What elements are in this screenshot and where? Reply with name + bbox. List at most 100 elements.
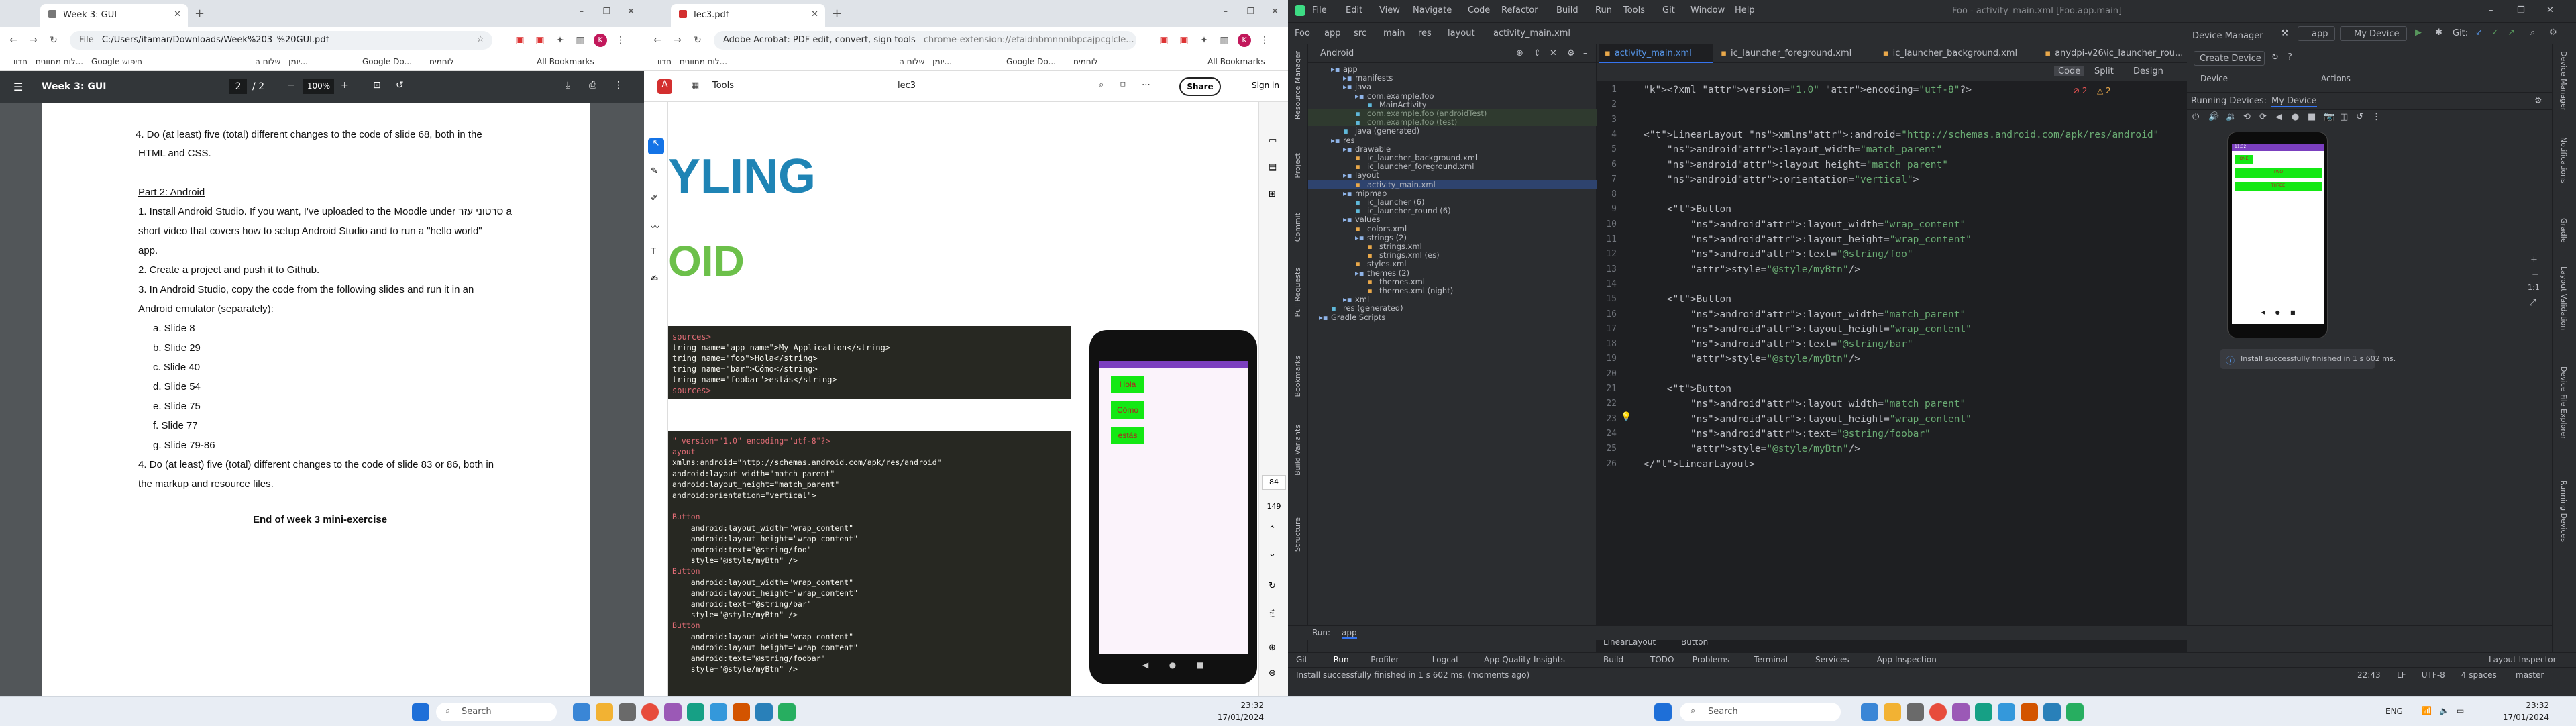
page-input[interactable]: 2 bbox=[229, 79, 247, 94]
left-strip-6[interactable]: Build Variants bbox=[1293, 425, 1302, 476]
bookmark-item[interactable]: יומן - שלום ה... bbox=[899, 57, 952, 66]
zoom-out-icon[interactable]: − bbox=[2532, 270, 2539, 280]
overview-icon[interactable]: ■ bbox=[2308, 112, 2316, 122]
bottom-tab-todo[interactable]: TODO bbox=[1650, 655, 1674, 664]
search-icon[interactable]: ⌕ bbox=[2530, 28, 2535, 38]
comment-icon[interactable]: ✎ bbox=[651, 166, 658, 176]
tree-item[interactable]: ▸▪ java bbox=[1308, 82, 1597, 91]
bottom-tab-build[interactable]: Build bbox=[1603, 655, 1623, 664]
zoom-in-icon[interactable]: + bbox=[341, 80, 349, 91]
breadcrumb-item[interactable]: layout bbox=[1448, 28, 1475, 38]
hammer-icon[interactable]: ⚒ bbox=[2281, 28, 2289, 38]
app-icon[interactable] bbox=[664, 703, 682, 721]
forward-icon[interactable]: → bbox=[27, 34, 40, 47]
rotate-icon[interactable]: ↺ bbox=[396, 80, 404, 91]
extensions-puzzle-icon[interactable]: ✦ bbox=[553, 34, 567, 47]
battery-icon[interactable]: ▭ bbox=[2457, 706, 2464, 715]
zoom-in-icon[interactable]: + bbox=[2530, 255, 2538, 265]
code-line[interactable]: "ns">android"attr">:layout_width="match_… bbox=[1644, 144, 1942, 155]
power-icon[interactable]: ⏻ bbox=[2192, 112, 2199, 122]
edge-icon[interactable] bbox=[1861, 703, 1878, 721]
page-number-input[interactable]: 84 bbox=[1262, 475, 1286, 490]
menu-run[interactable]: Run bbox=[1595, 5, 1612, 15]
bookmarks-icon[interactable]: ⊞ bbox=[1269, 189, 1276, 199]
code-editor[interactable]: ⊘ 2 △ 2 1 "k"><?xml "attr">version="1.0" … bbox=[1597, 81, 2187, 632]
code-line[interactable]: "ns">android"attr">:layout_width="wrap_c… bbox=[1644, 219, 1966, 230]
back-icon[interactable]: ◀ bbox=[2275, 112, 2282, 122]
collapse-icon[interactable]: ⇕ bbox=[1534, 48, 1541, 58]
reload-icon[interactable]: ↻ bbox=[691, 34, 704, 47]
app-icon[interactable] bbox=[2021, 703, 2038, 721]
right-strip-4[interactable]: Layout Validation bbox=[2559, 266, 2568, 330]
tab-lec3[interactable]: lec3.pdf ✕ bbox=[671, 4, 825, 27]
snapshot-icon[interactable]: ◫ bbox=[2340, 112, 2348, 122]
close-window-icon[interactable]: ✕ bbox=[1271, 7, 1279, 17]
code-line[interactable]: "attr">style="@style/myBtn"/> bbox=[1644, 264, 1860, 275]
breadcrumb-item[interactable]: main bbox=[1383, 28, 1405, 38]
code-line[interactable]: <"t">Button bbox=[1644, 294, 1731, 305]
left-strip-2[interactable]: Project bbox=[1293, 153, 1302, 178]
code-line[interactable]: "ns">android"attr">:layout_width="match_… bbox=[1644, 309, 1966, 320]
avatar[interactable]: K bbox=[594, 34, 607, 47]
tree-item[interactable]: ▸▪ res bbox=[1308, 136, 1597, 145]
left-strip-3[interactable]: Commit bbox=[1293, 213, 1302, 242]
tree-item[interactable]: ▸▪ com.example.foo bbox=[1308, 91, 1597, 101]
extensions-puzzle-icon[interactable]: ✦ bbox=[1197, 34, 1211, 47]
tree-item[interactable]: ▪ colors.xml bbox=[1308, 224, 1597, 234]
left-strip-5[interactable]: Bookmarks bbox=[1293, 356, 1302, 397]
tab-week3[interactable]: Week 3: GUI ✕ bbox=[40, 4, 188, 27]
error-count[interactable]: ⊘ 2 bbox=[2073, 86, 2088, 95]
tree-item[interactable]: ▸▪ themes (2) bbox=[1308, 268, 1597, 278]
screenshot-icon[interactable]: 📷 bbox=[2324, 112, 2334, 122]
code-line[interactable]: "attr">style="@style/myBtn"/> bbox=[1644, 354, 1860, 364]
tree-item[interactable]: ▪ themes.xml (night) bbox=[1308, 286, 1597, 295]
kebab-menu-icon[interactable]: ⋮ bbox=[1258, 34, 1271, 47]
breadcrumb-item[interactable]: app bbox=[1324, 28, 1340, 38]
run-tab[interactable]: app bbox=[1342, 628, 1357, 639]
bookmark-item[interactable]: לוחמים bbox=[1073, 57, 1098, 66]
code-line[interactable]: "ns">android"attr">:text="@string/foo" bbox=[1644, 249, 1913, 260]
bottom-tab-app-inspection[interactable]: App Inspection bbox=[1877, 655, 1937, 664]
emulator-button-two[interactable]: TWO bbox=[2235, 168, 2322, 178]
create-device-button[interactable]: Create Device bbox=[2194, 51, 2265, 66]
extension-icon[interactable]: ▣ bbox=[1177, 34, 1191, 47]
app-icon[interactable] bbox=[755, 703, 773, 721]
close-window-icon[interactable]: ✕ bbox=[627, 7, 635, 17]
zoom-out-icon[interactable]: − bbox=[287, 80, 295, 91]
app-icon[interactable] bbox=[2043, 703, 2061, 721]
page-view-icon[interactable]: ⧉ bbox=[1120, 80, 1126, 90]
tree-item[interactable]: ▸▪ xml bbox=[1308, 295, 1597, 304]
search-box[interactable]: ⌕ Search bbox=[1680, 703, 1841, 721]
file-explorer-icon[interactable] bbox=[1884, 703, 1901, 721]
language-indicator[interactable]: ENG bbox=[2385, 707, 2403, 716]
bottom-tab-git[interactable]: Git bbox=[1296, 655, 1307, 664]
menu-git[interactable]: Git bbox=[1662, 5, 1675, 15]
edge-icon[interactable] bbox=[573, 703, 590, 721]
minimize-icon[interactable]: – bbox=[580, 7, 584, 17]
bottom-tab-run[interactable]: Run bbox=[1334, 655, 1349, 664]
settings-icon[interactable]: ⚙ bbox=[1567, 48, 1575, 58]
menu-refactor[interactable]: Refactor bbox=[1501, 5, 1538, 15]
forward-icon[interactable]: → bbox=[671, 34, 684, 47]
select-tool-icon[interactable]: ↖ bbox=[648, 138, 664, 154]
store-icon[interactable] bbox=[1907, 703, 1924, 721]
code-line[interactable]: "ns">android"attr">:orientation="vertica… bbox=[1644, 174, 1919, 185]
menu-code[interactable]: Code bbox=[1468, 5, 1490, 15]
tree-item[interactable]: ▸▪ values bbox=[1308, 215, 1597, 224]
doc-name[interactable]: lec3 bbox=[898, 81, 916, 91]
wifi-icon[interactable]: 📶 bbox=[2422, 706, 2432, 715]
editor-tab[interactable]: ▪ ic_launcher_foreground.xml bbox=[1715, 44, 1875, 63]
bottom-tab-terminal[interactable]: Terminal bbox=[1754, 655, 1788, 664]
more-icon[interactable]: ⋯ bbox=[1142, 80, 1150, 90]
menu-tools[interactable]: Tools bbox=[1623, 5, 1645, 15]
breadcrumb-item[interactable]: src bbox=[1354, 28, 1366, 38]
all-bookmarks[interactable]: All Bookmarks bbox=[1208, 57, 1265, 66]
status-item[interactable]: UTF-8 bbox=[2422, 670, 2445, 680]
android-studio-icon[interactable] bbox=[778, 703, 796, 721]
zoom-out-icon[interactable]: ⊖ bbox=[1269, 668, 1276, 678]
pen-icon[interactable]: ✐ bbox=[651, 193, 658, 203]
locate-icon[interactable]: ⊕ bbox=[1516, 48, 1523, 58]
tree-item[interactable]: ▪ ic_launcher (6) bbox=[1308, 197, 1597, 207]
tree-item[interactable]: ▪ strings.xml bbox=[1308, 242, 1597, 251]
emulator-button-three[interactable]: THREE bbox=[2235, 182, 2322, 191]
